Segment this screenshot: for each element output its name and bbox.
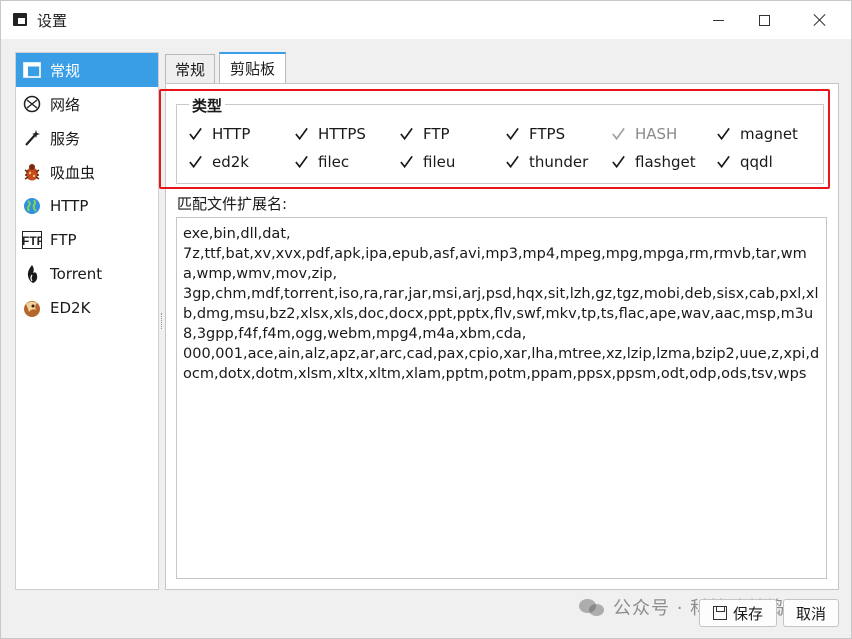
tab-general[interactable]: 常规: [165, 54, 215, 83]
bug-icon: [22, 162, 42, 182]
sidebar-item-label: FTP: [50, 231, 77, 249]
sidebar-item-label: ED2K: [50, 299, 91, 317]
sidebar-item-label: HTTP: [50, 197, 89, 215]
tab-clipboard[interactable]: 剪贴板: [219, 52, 286, 83]
sidebar-item-leech[interactable]: 吸血虫: [16, 155, 158, 189]
maximize-button[interactable]: [741, 1, 787, 39]
sidebar-item-network[interactable]: 网络: [16, 87, 158, 121]
settings-window: 设置 常规 网络 服务 吸血虫 HTTP FTP FTP Torrent ED2…: [0, 0, 852, 639]
extensions-textarea[interactable]: exe,bin,dll,dat, 7z,ttf,bat,xv,xvx,pdf,a…: [176, 217, 827, 579]
extensions-label: 匹配文件扩展名:: [177, 195, 288, 213]
splitter-handle[interactable]: [161, 313, 163, 329]
sidebar-item-label: 网络: [50, 95, 81, 114]
minimize-icon: [712, 19, 724, 21]
sidebar-item-torrent[interactable]: Torrent: [16, 257, 158, 291]
save-icon: [712, 606, 727, 620]
maximize-icon: [758, 14, 770, 26]
save-button-label: 保存: [732, 604, 763, 623]
sidebar-item-ed2k[interactable]: ED2K: [16, 291, 158, 325]
minimize-button[interactable]: [695, 1, 741, 39]
sidebar-item-http[interactable]: HTTP: [16, 189, 158, 223]
save-button[interactable]: 保存: [699, 599, 777, 627]
globe-icon: [22, 196, 42, 216]
ed2k-icon: [22, 298, 42, 318]
sidebar-item-general[interactable]: 常规: [16, 53, 158, 87]
sidebar-item-label: 服务: [50, 129, 81, 148]
svg-text:FTP: FTP: [22, 234, 42, 248]
window-title: 设置: [37, 12, 68, 30]
cancel-button[interactable]: 取消: [783, 599, 839, 627]
app-window-icon: [13, 13, 27, 26]
wechat-logo-icon: [579, 597, 605, 617]
torrent-icon: [22, 264, 42, 284]
sidebar-item-ftp[interactable]: FTP FTP: [16, 223, 158, 257]
settings-sidebar: 常规 网络 服务 吸血虫 HTTP FTP FTP Torrent ED2K: [15, 52, 159, 590]
sidebar-item-label: 吸血虫: [50, 163, 96, 182]
sidebar-item-label: Torrent: [50, 265, 103, 283]
sidebar-item-service[interactable]: 服务: [16, 121, 158, 155]
highlight-annotation-frame: [159, 89, 830, 189]
network-icon: [22, 94, 42, 114]
general-settings-icon: [22, 60, 42, 80]
sidebar-item-label: 常规: [50, 61, 81, 80]
close-button[interactable]: [797, 1, 843, 39]
magic-wand-icon: [22, 128, 42, 148]
title-bar: 设置: [1, 1, 851, 39]
ftp-icon: FTP: [22, 230, 42, 250]
close-icon: [813, 13, 827, 27]
